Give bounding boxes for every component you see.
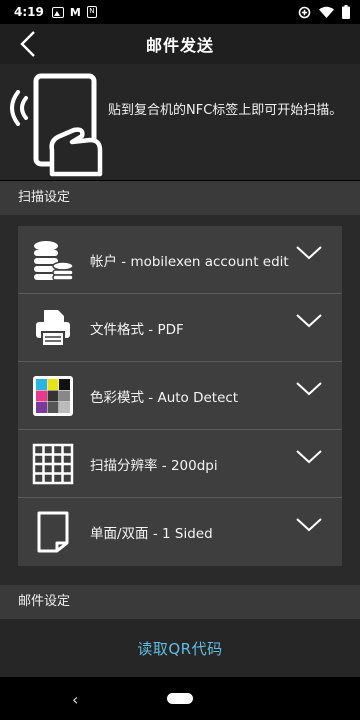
setting-sides[interactable]: 单面/双面 - 1 Sided — [18, 498, 342, 566]
data-saver-icon — [298, 6, 311, 18]
image-icon — [51, 6, 64, 18]
setting-color-mode-label: 色彩模式 - Auto Detect — [90, 389, 239, 406]
nav-home-button[interactable] — [167, 693, 193, 704]
color-palette-icon — [32, 373, 74, 419]
setting-resolution[interactable]: 扫描分辨率 - 200dpi — [18, 430, 342, 498]
grid-icon — [32, 441, 74, 487]
nfc-instruction: 贴到复合机的NFC标签上即可开始扫描。 — [108, 103, 343, 118]
back-button[interactable] — [14, 30, 42, 58]
wifi-icon — [319, 6, 334, 18]
status-time: 4:19 — [14, 5, 44, 19]
page-icon — [32, 509, 74, 555]
nfc-icon: N — [86, 6, 97, 18]
scan-settings-area: 帐户 - mobilexen account edit 文件格式 - PDF 色… — [0, 215, 360, 585]
chevron-left-icon — [20, 31, 35, 57]
read-qr-code-link[interactable]: 读取QR代码 — [137, 638, 222, 659]
chevron-down-icon — [296, 246, 322, 260]
mail-settings-header: 邮件设定 — [0, 585, 360, 619]
setting-file-format-label: 文件格式 - PDF — [90, 321, 184, 338]
coins-icon — [32, 237, 74, 283]
gmail-icon: M — [69, 5, 81, 19]
nfc-section: 贴到复合机的NFC标签上即可开始扫描。 — [0, 64, 360, 180]
system-icons — [298, 5, 350, 19]
chevron-down-icon — [296, 382, 322, 396]
scan-settings-header: 扫描设定 — [0, 181, 360, 215]
status-bar: 4:19 M N — [0, 0, 360, 24]
chevron-down-icon — [296, 450, 322, 464]
setting-file-format[interactable]: 文件格式 - PDF — [18, 294, 342, 362]
setting-resolution-label: 扫描分辨率 - 200dpi — [90, 457, 218, 474]
nav-back-button[interactable]: ‹ — [72, 690, 78, 709]
printer-icon — [32, 305, 74, 351]
setting-sides-label: 单面/双面 - 1 Sided — [90, 526, 213, 542]
notification-icons: M N — [51, 5, 97, 19]
scan-settings-list: 帐户 - mobilexen account edit 文件格式 - PDF 色… — [18, 226, 342, 566]
chevron-down-icon — [296, 518, 322, 532]
page-title: 邮件发送 — [145, 36, 214, 55]
nfc-phone-tap-icon — [10, 73, 103, 177]
setting-color-mode[interactable]: 色彩模式 - Auto Detect — [18, 362, 342, 430]
battery-icon — [342, 5, 350, 19]
qr-area: 读取QR代码 — [0, 619, 360, 677]
setting-account[interactable]: 帐户 - mobilexen account edit — [18, 226, 342, 294]
setting-account-label: 帐户 - mobilexen account edit — [90, 253, 289, 270]
navigation-bar: ‹ — [0, 677, 360, 720]
app-bar: 邮件发送 — [0, 24, 360, 64]
chevron-down-icon — [296, 314, 322, 328]
